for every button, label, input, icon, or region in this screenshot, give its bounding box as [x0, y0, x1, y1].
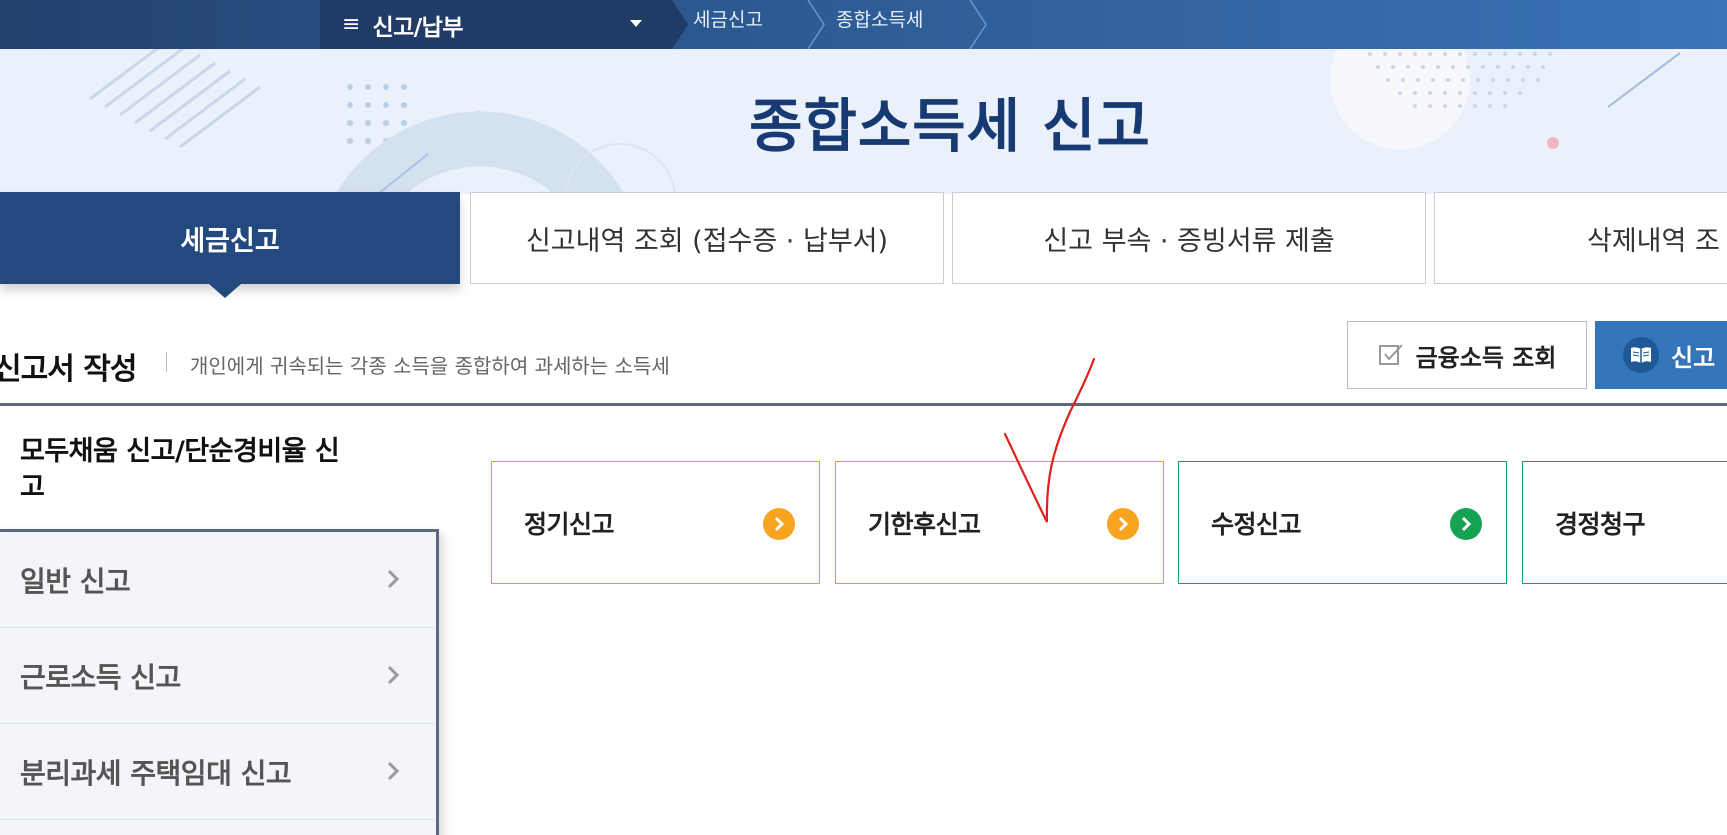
- caret-down-icon: [630, 20, 642, 27]
- page-hero-banner: 종합소득세 신고: [0, 49, 1727, 194]
- sidebar-item-general-filing[interactable]: 일반 신고: [0, 532, 436, 628]
- filing-guide-label: 신고: [1671, 343, 1716, 372]
- chevron-right-circle-icon: [1107, 508, 1139, 540]
- sidebar-item-label: 분리과세 주택임대 신고: [20, 756, 292, 790]
- chevron-right-icon: [387, 761, 400, 781]
- card-label: 수정신고: [1211, 509, 1302, 539]
- sidebar-item-label: 근로소득 신고: [20, 660, 181, 694]
- card-label: 경정청구: [1555, 509, 1646, 539]
- menu-dropdown-button[interactable]: ≡ 신고/납부: [320, 0, 670, 49]
- section-description: 개인에게 귀속되는 각종 소득을 종합하여 과세하는 소득세: [190, 354, 670, 378]
- section-title: 신고서 작성: [0, 352, 137, 387]
- chevron-right-icon: [387, 569, 400, 589]
- book-icon: [1623, 337, 1659, 373]
- breadcrumb-separator-icon: [662, 0, 688, 49]
- chevron-right-circle-icon: [763, 508, 795, 540]
- top-navigation-bar: ≡ 신고/납부 세금신고 종합소득세: [0, 0, 1727, 49]
- card-amended-filing[interactable]: 수정신고: [1178, 461, 1507, 584]
- checkbox-icon: [1378, 344, 1403, 365]
- breadcrumb-separator-icon: [969, 0, 987, 49]
- menu-label: 신고/납부: [372, 14, 463, 41]
- sidebar-item-housing-rental-filing[interactable]: 분리과세 주택임대 신고: [0, 724, 436, 820]
- filing-guide-button[interactable]: 신고: [1595, 321, 1727, 389]
- card-label: 기한후신고: [868, 509, 981, 539]
- page-title: 종합소득세 신고: [749, 92, 1151, 160]
- card-regular-filing[interactable]: 정기신고: [491, 461, 820, 584]
- breadcrumb-tax-filing[interactable]: 세금신고: [693, 0, 763, 49]
- chevron-right-icon: [387, 665, 400, 685]
- breadcrumb-income-tax[interactable]: 종합소득세: [836, 0, 923, 49]
- card-correction-claim[interactable]: 경정청구: [1522, 461, 1727, 584]
- tab-submit-documents[interactable]: 신고 부속 · 증빙서류 제출: [952, 192, 1426, 284]
- sidebar-menu: 일반 신고 근로소득 신고 분리과세 주택임대 신고: [0, 529, 439, 835]
- tab-filing-history[interactable]: 신고내역 조회 (접수증 · 납부서): [470, 192, 944, 284]
- sidebar-heading[interactable]: 모두채움 신고/단순경비율 신고: [20, 434, 340, 506]
- active-tab-pointer: [209, 284, 241, 298]
- sidebar-item-label: 일반 신고: [20, 564, 131, 598]
- sidebar-item-earned-income-filing[interactable]: 근로소득 신고: [0, 628, 436, 724]
- section-divider: [166, 352, 167, 372]
- financial-income-lookup-label: 금융소득 조회: [1415, 343, 1557, 372]
- breadcrumb-separator-icon: [807, 0, 825, 49]
- tab-tax-filing[interactable]: 세금신고: [0, 192, 460, 284]
- section-rule: [0, 403, 1727, 406]
- hamburger-icon: ≡: [342, 11, 361, 37]
- card-label: 정기신고: [524, 509, 615, 539]
- tab-deleted-history[interactable]: 삭제내역 조: [1434, 192, 1727, 284]
- chevron-right-circle-icon: [1450, 508, 1482, 540]
- card-late-filing[interactable]: 기한후신고: [835, 461, 1164, 584]
- financial-income-lookup-button[interactable]: 금융소득 조회: [1347, 321, 1587, 389]
